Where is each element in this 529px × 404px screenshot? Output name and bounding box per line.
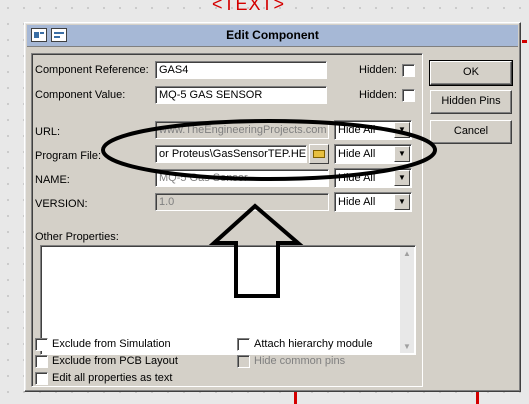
component-reference-field[interactable]: GAS4 [155,61,327,79]
schematic-wire-mark [522,40,527,43]
name-visibility-value: Hide All [338,172,376,184]
component-value-field[interactable]: MQ-5 GAS SENSOR [155,86,327,104]
dialog-title: Edit Component [226,28,319,42]
reference-hidden-checkbox[interactable] [402,64,415,77]
cancel-button[interactable]: Cancel [430,120,512,144]
program-file-field[interactable]: or Proteus\GasSensorTEP.HEX [155,145,307,163]
program-file-visibility-select[interactable]: Hide All ▼ [334,144,412,164]
edit-all-label: Edit all properties as text [52,372,173,384]
scroll-down-icon[interactable]: ▼ [400,342,414,351]
schematic-wire-mark [476,392,479,404]
component-value-label: Component Value: [35,89,126,101]
reference-hidden-label: Hidden: [359,64,397,76]
exclude-pcb-label: Exclude from PCB Layout [52,355,178,367]
version-label: VERSION: [35,198,88,210]
hide-common-pins-checkbox[interactable] [237,355,250,368]
browse-folder-button[interactable] [309,144,329,164]
attach-hierarchy-checkbox[interactable] [237,338,250,351]
edit-all-checkbox[interactable] [35,372,48,385]
other-properties-label: Other Properties: [35,231,119,243]
title-bar[interactable]: Edit Component [27,25,518,47]
url-visibility-value: Hide All [338,124,376,136]
hidden-pins-button[interactable]: Hidden Pins [430,90,512,114]
name-label: NAME: [35,174,70,186]
version-visibility-value: Hide All [338,196,376,208]
chevron-down-icon[interactable]: ▼ [394,122,410,138]
url-visibility-select[interactable]: Hide All ▼ [334,120,412,140]
chevron-down-icon[interactable]: ▼ [394,146,410,162]
value-hidden-checkbox[interactable] [402,89,415,102]
url-field[interactable]: www.TheEngineeringProjects.com [155,121,329,139]
schematic-text-label: <TEXT> [212,0,286,14]
exclude-simulation-checkbox[interactable] [35,338,48,351]
edit-component-dialog: Edit Component Component Reference: GAS4… [24,22,521,392]
ok-button[interactable]: OK [429,60,513,86]
folder-icon [313,150,325,158]
schematic-wire-mark [294,392,297,404]
value-hidden-label: Hidden: [359,89,397,101]
program-file-label: Program File: [35,150,102,162]
exclude-simulation-label: Exclude from Simulation [52,338,171,350]
name-field[interactable]: MQ-5 Gas Sensor [155,169,329,187]
hide-common-pins-label: Hide common pins [254,355,346,367]
textarea-scrollbar[interactable]: ▲ ▼ [400,247,414,353]
version-field[interactable]: 1.0 [155,193,329,211]
program-file-visibility-value: Hide All [338,148,376,160]
component-reference-label: Component Reference: [35,64,149,76]
name-visibility-select[interactable]: Hide All ▼ [334,168,412,188]
properties-panel: Component Reference: GAS4 Hidden: Compon… [31,53,423,387]
version-visibility-select[interactable]: Hide All ▼ [334,192,412,212]
chevron-down-icon[interactable]: ▼ [394,194,410,210]
url-label: URL: [35,126,61,138]
attach-hierarchy-label: Attach hierarchy module [254,338,373,350]
scroll-up-icon[interactable]: ▲ [400,249,414,258]
chevron-down-icon[interactable]: ▼ [394,170,410,186]
exclude-pcb-checkbox[interactable] [35,355,48,368]
